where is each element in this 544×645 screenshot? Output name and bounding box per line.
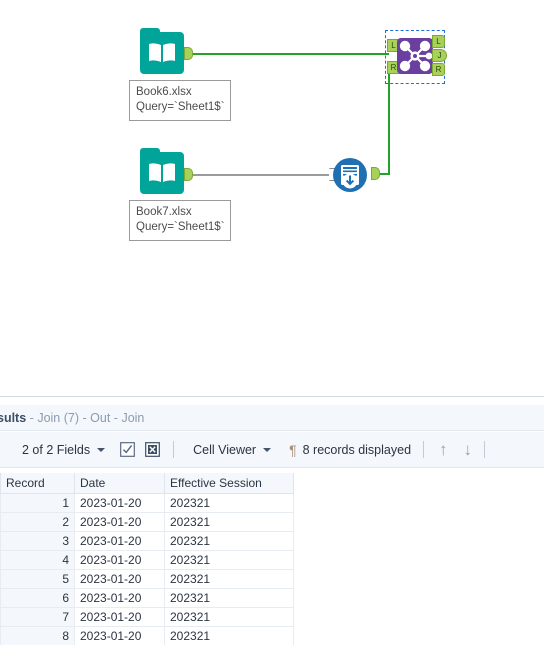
deselect-all-fields-button[interactable] (144, 441, 161, 458)
cell-record[interactable]: 7 (0, 607, 75, 627)
cell-date[interactable]: 2023-01-20 (74, 626, 165, 645)
cell-date[interactable]: 2023-01-20 (74, 493, 165, 513)
output-data-icon (333, 158, 367, 192)
results-table[interactable]: Record Date Effective Session 1 2023-01-… (0, 473, 294, 645)
table-row[interactable]: 7 2023-01-20 202321 (0, 607, 294, 627)
cell-date[interactable]: 2023-01-20 (74, 607, 165, 627)
tool-label-book7: Book7.xlsx Query=`Sheet1$` (129, 200, 231, 241)
table-row[interactable]: 3 2023-01-20 202321 (0, 531, 294, 551)
arrow-down-icon[interactable]: ↓ (456, 441, 481, 458)
cell-record[interactable]: 1 (0, 493, 75, 513)
checkbox-checked-icon (120, 442, 135, 457)
tool-label-book6-line1: Book6.xlsx (136, 86, 192, 98)
cell-record[interactable]: 3 (0, 531, 75, 551)
input-data-tool-book6[interactable] (140, 28, 184, 74)
table-body: 1 2023-01-20 202321 2 2023-01-20 202321 … (0, 493, 294, 645)
table-row[interactable]: 2 2023-01-20 202321 (0, 512, 294, 532)
output-anchor-book6[interactable] (184, 47, 193, 60)
table-row[interactable]: 6 2023-01-20 202321 (0, 588, 294, 608)
cell-date[interactable]: 2023-01-20 (74, 588, 165, 608)
connection-output-to-join-right-vertical[interactable] (388, 72, 390, 175)
book-folder-icon (140, 148, 184, 194)
cell-date[interactable]: 2023-01-20 (74, 512, 165, 532)
table-header-row: Record Date Effective Session (0, 473, 294, 494)
select-all-fields-button[interactable] (119, 441, 136, 458)
cell-effective-session[interactable]: 202321 (164, 626, 294, 645)
fields-selector-label: 2 of 2 Fields (22, 442, 91, 457)
output-anchor-output-tool[interactable] (371, 167, 380, 180)
cell-effective-session[interactable]: 202321 (164, 493, 294, 513)
cell-effective-session[interactable]: 202321 (164, 607, 294, 627)
connection-book6-to-join-left[interactable] (189, 53, 389, 55)
join-output-port-left[interactable]: L (432, 35, 445, 48)
cell-effective-session[interactable]: 202321 (164, 550, 294, 570)
join-graph-glyph (399, 40, 433, 72)
open-book-icon (149, 163, 175, 182)
join-output-port-join[interactable]: J (432, 49, 447, 62)
table-row[interactable]: 8 2023-01-20 202321 (0, 626, 294, 645)
join-output-port-right[interactable]: R (432, 63, 445, 76)
results-title-name: sults (0, 411, 27, 425)
cell-record[interactable]: 8 (0, 626, 75, 645)
connection-output-to-join-right-stub[interactable] (380, 173, 390, 175)
document-download-glyph (341, 165, 359, 189)
book-folder-icon (140, 28, 184, 74)
arrow-up-icon[interactable]: ↑ (431, 441, 456, 458)
table-row[interactable]: 4 2023-01-20 202321 (0, 550, 294, 570)
pilcrow-icon[interactable]: ¶ (287, 442, 301, 458)
fields-selector[interactable]: 2 of 2 Fields (0, 432, 111, 468)
column-header-record[interactable]: Record (0, 473, 75, 494)
join-tool[interactable]: L R L J R (385, 30, 447, 84)
cell-effective-session[interactable]: 202321 (164, 569, 294, 589)
chevron-down-icon (263, 447, 272, 452)
cell-record[interactable]: 5 (0, 569, 75, 589)
connection-book7-to-output[interactable] (189, 174, 329, 176)
toolbar-divider (484, 441, 486, 458)
input-data-tool-book7[interactable] (140, 148, 184, 194)
chevron-down-icon (97, 447, 106, 452)
cell-effective-session[interactable]: 202321 (164, 512, 294, 532)
table-row[interactable]: 5 2023-01-20 202321 (0, 569, 294, 589)
results-title-sep-1: - (29, 411, 34, 425)
cell-date[interactable]: 2023-01-20 (74, 531, 165, 551)
tool-label-book6-line2: Query=`Sheet1$` (136, 101, 225, 113)
output-data-tool[interactable] (333, 158, 367, 192)
results-title-anchor: Out (90, 411, 111, 425)
open-book-icon (149, 43, 175, 62)
results-title-bar: sults - Join (7) - Out - Join (0, 405, 544, 431)
workflow-canvas[interactable]: Book6.xlsx Query=`Sheet1$` Book7.xlsx Qu… (0, 0, 544, 396)
cell-record[interactable]: 6 (0, 588, 75, 608)
results-pane: sults - Join (7) - Out - Join 2 of 2 Fie… (0, 396, 544, 645)
cell-viewer-label: Cell Viewer (193, 442, 257, 457)
cell-effective-session[interactable]: 202321 (164, 531, 294, 551)
results-toolbar: 2 of 2 Fields Cell Viewer ¶ 8 records di… (0, 432, 544, 468)
results-title-label: Join (121, 411, 145, 425)
output-anchor-book7[interactable] (184, 168, 193, 181)
cell-effective-session[interactable]: 202321 (164, 588, 294, 608)
alteryx-designer-window: Book6.xlsx Query=`Sheet1$` Book7.xlsx Qu… (0, 0, 544, 645)
toolbar-divider (173, 441, 175, 458)
tool-label-book7-line1: Book7.xlsx (136, 206, 192, 218)
cell-date[interactable]: 2023-01-20 (74, 569, 165, 589)
tool-label-book6: Book6.xlsx Query=`Sheet1$` (129, 80, 231, 121)
tool-label-book7-line2: Query=`Sheet1$` (136, 221, 225, 233)
results-title-sep-3: - (113, 411, 118, 425)
records-displayed-status: 8 records displayed (301, 432, 417, 468)
cell-viewer-selector[interactable]: Cell Viewer (187, 432, 277, 468)
column-header-effective-session[interactable]: Effective Session (164, 473, 294, 494)
checkbox-x-icon (145, 442, 160, 457)
cell-record[interactable]: 4 (0, 550, 75, 570)
table-row[interactable]: 1 2023-01-20 202321 (0, 493, 294, 513)
records-displayed-label: 8 records displayed (302, 442, 412, 457)
results-title-tool: Join (7) (37, 411, 80, 425)
join-nodes-icon (397, 38, 433, 74)
results-title-sep-2: - (82, 411, 87, 425)
toolbar-divider (423, 441, 425, 458)
column-header-date[interactable]: Date (74, 473, 165, 494)
cell-date[interactable]: 2023-01-20 (74, 550, 165, 570)
cell-record[interactable]: 2 (0, 512, 75, 532)
